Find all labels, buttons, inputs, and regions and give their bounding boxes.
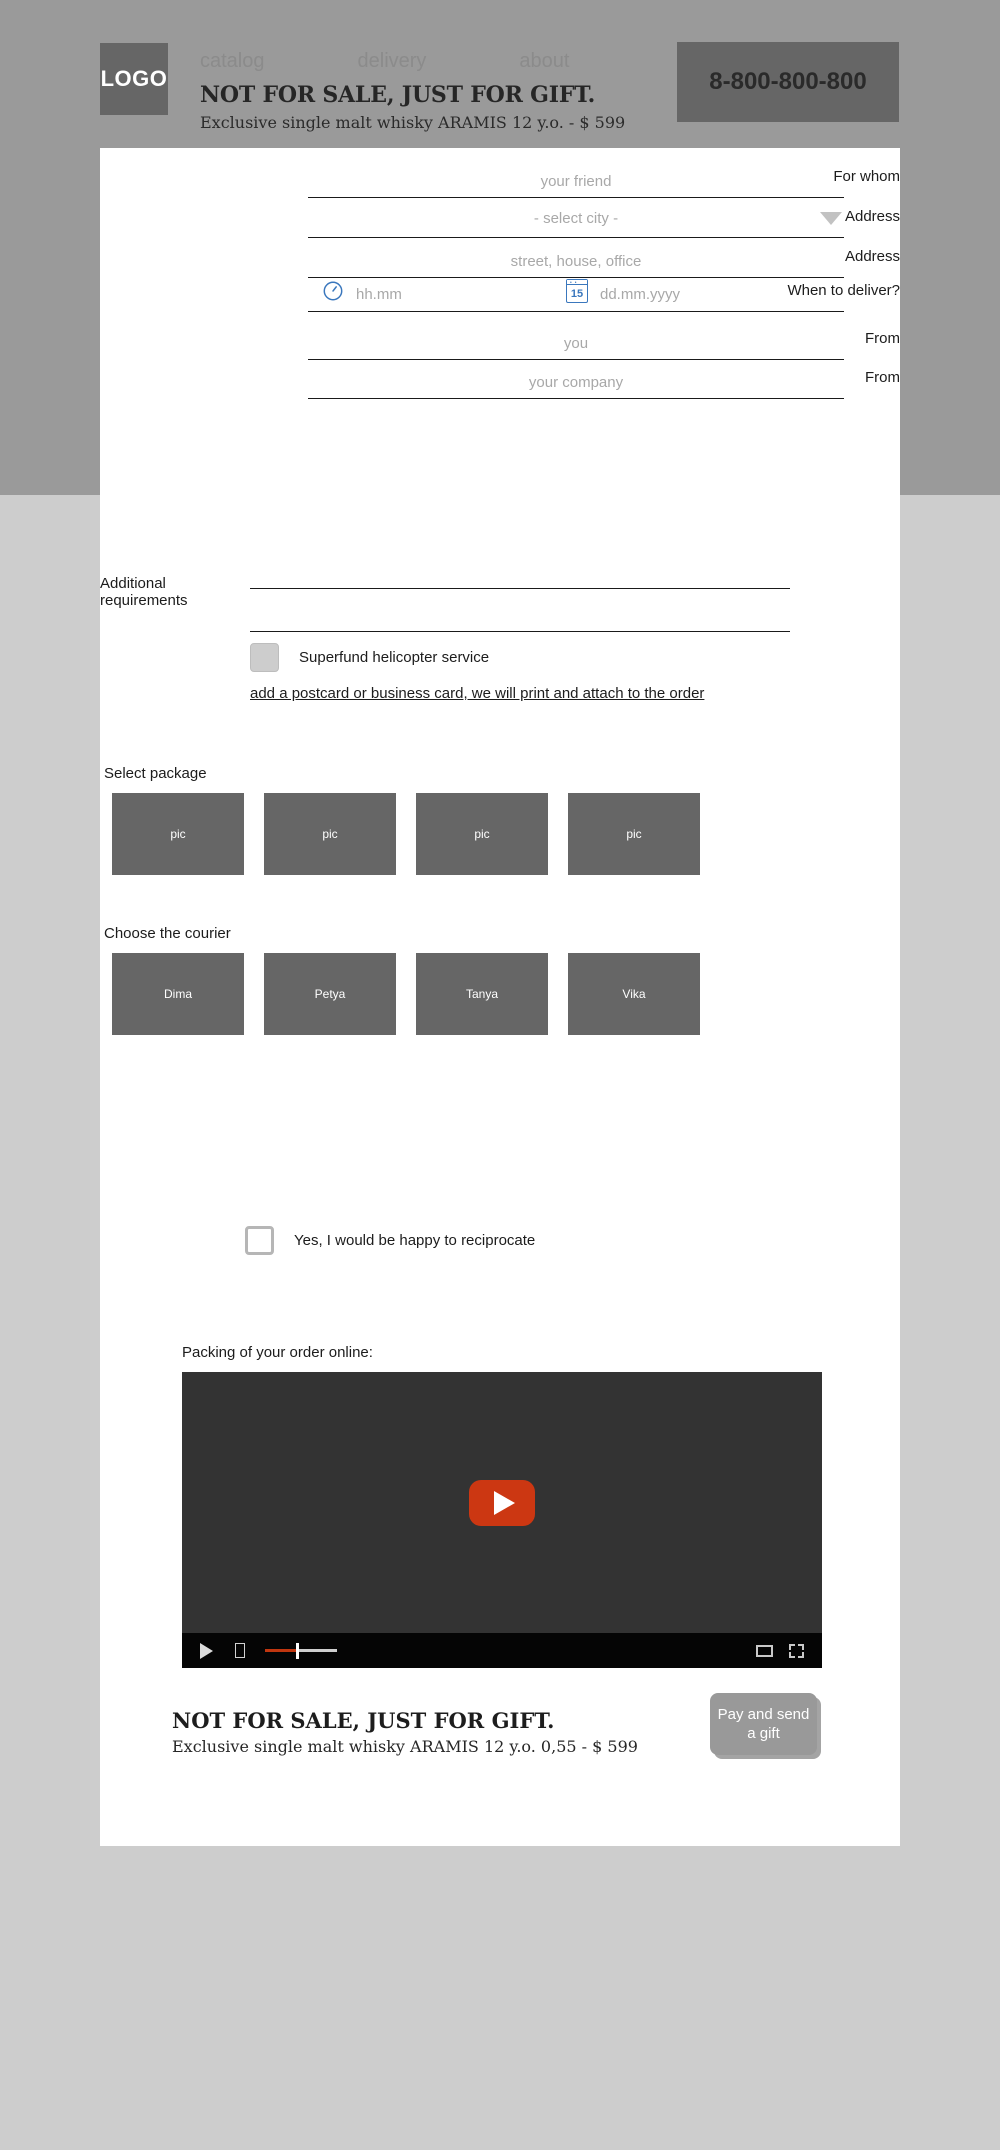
input-additional-requirements-line2[interactable] (250, 631, 790, 632)
footer: LOGO catalog delivery about 8-800-800-80… (0, 1900, 1000, 2150)
courier-tile[interactable]: Dima (112, 953, 244, 1035)
checkbox-reciprocate[interactable] (245, 1226, 274, 1255)
courier-tile-label: Tanya (465, 987, 499, 1001)
pay-button-line1: Pay and send (717, 1706, 810, 1723)
fullscreen-icon[interactable] (789, 1643, 804, 1658)
placeholder-from-you: you (563, 335, 589, 352)
header-phone-box[interactable]: 8-800-800-800 (677, 42, 899, 122)
video-control-bar (182, 1633, 822, 1668)
form-row-city: Address - select city - (100, 198, 900, 238)
checkbox-helicopter[interactable] (250, 643, 279, 672)
package-tile-label: pic (322, 827, 338, 841)
form-row-from-you: From you (100, 320, 900, 360)
package-tile[interactable]: pic (112, 793, 244, 875)
nav-item-catalog[interactable]: catalog (200, 50, 265, 73)
placeholder-from-company: your company (528, 374, 624, 391)
courier-tile[interactable]: Vika (568, 953, 700, 1035)
calendar-icon[interactable]: •• 15 (566, 279, 588, 303)
nav-item-about[interactable]: about (519, 50, 569, 73)
progress-slider[interactable] (265, 1643, 337, 1659)
placeholder-time: hh.mm (356, 286, 402, 303)
order-form-card: For whom your friend Address - select ci… (100, 148, 900, 1846)
progress-fill (265, 1649, 297, 1652)
miniplayer-icon[interactable] (756, 1644, 773, 1657)
package-tile[interactable]: pic (416, 793, 548, 875)
header-phone-number: 8-800-800-800 (709, 68, 867, 95)
cta-headline: NOT FOR SALE, JUST FOR GIFT. (172, 1708, 555, 1733)
chevron-down-icon[interactable] (820, 212, 842, 225)
video-right-controls (756, 1643, 804, 1658)
header-logo[interactable]: LOGO (100, 43, 168, 115)
checkbox-row-reciprocate[interactable]: Yes, I would be happy to reciprocate (245, 1226, 535, 1255)
input-additional-requirements-line1[interactable] (250, 588, 790, 589)
courier-tile[interactable]: Tanya (416, 953, 548, 1035)
form-row-when-to-deliver: When to deliver? hh.mm •• 15 dd.mm.yyyy (100, 272, 900, 312)
nav-item-delivery[interactable]: delivery (358, 50, 427, 73)
package-tile-label: pic (170, 827, 186, 841)
play-button-icon[interactable] (469, 1479, 535, 1526)
courier-tiles: Dima Petya Tanya Vika (112, 953, 700, 1035)
placeholder-for-whom: your friend (540, 173, 612, 190)
postcard-link[interactable]: add a postcard or business card, we will… (250, 685, 704, 702)
pay-button-line2: a gift (747, 1725, 780, 1742)
video-player[interactable] (182, 1372, 822, 1633)
checkbox-row-helicopter[interactable]: Superfund helicopter service (250, 643, 489, 672)
input-from-you[interactable]: you (308, 320, 844, 360)
pay-and-send-button[interactable]: Pay and send a gift (710, 1693, 817, 1755)
deliver-field[interactable]: hh.mm •• 15 dd.mm.yyyy (308, 272, 844, 312)
placeholder-street: street, house, office (510, 253, 642, 270)
package-tile[interactable]: pic (568, 793, 700, 875)
checkbox-label-helicopter: Superfund helicopter service (299, 649, 490, 666)
input-for-whom[interactable]: your friend (308, 158, 844, 198)
section-title-courier: Choose the courier (104, 925, 231, 942)
form-row-from-company: From your company (100, 359, 900, 399)
header-logo-label: LOGO (100, 66, 168, 91)
package-tile[interactable]: pic (264, 793, 396, 875)
checkbox-label-reciprocate: Yes, I would be happy to reciprocate (294, 1232, 536, 1249)
video-caption: Packing of your order online: (182, 1344, 373, 1361)
placeholder-city: - select city - (533, 210, 619, 227)
clock-icon[interactable] (322, 280, 344, 302)
package-tiles: pic pic pic pic (112, 793, 700, 875)
package-tile-label: pic (474, 827, 490, 841)
header-nav: catalog delivery about (200, 50, 569, 73)
stop-icon[interactable] (235, 1643, 245, 1658)
cta-subline: Exclusive single malt whisky ARAMIS 12 y… (172, 1737, 638, 1756)
calendar-dots: •• (570, 280, 580, 286)
section-title-package: Select package (104, 765, 207, 782)
progress-knob[interactable] (296, 1643, 299, 1659)
courier-tile-label: Dima (163, 987, 192, 1001)
header-subline: Exclusive single malt whisky ARAMIS 12 y… (200, 113, 626, 132)
play-icon[interactable] (200, 1642, 213, 1659)
form-row-for-whom: For whom your friend (100, 158, 900, 198)
courier-tile-label: Vika (622, 987, 646, 1001)
pay-button-label: Pay and send a gift (718, 1705, 810, 1743)
page-root: LOGO catalog delivery about NOT FOR SALE… (0, 0, 1000, 2150)
package-tile-label: pic (626, 827, 642, 841)
courier-tile[interactable]: Petya (264, 953, 396, 1035)
courier-tile-label: Petya (314, 987, 346, 1001)
input-from-company[interactable]: your company (308, 359, 844, 399)
select-city[interactable]: - select city - (308, 198, 844, 238)
label-additional-requirements: Additional requirements (100, 575, 188, 609)
placeholder-date: dd.mm.yyyy (600, 286, 681, 303)
header-headline: NOT FOR SALE, JUST FOR GIFT. (200, 82, 596, 108)
play-triangle (494, 1490, 515, 1515)
calendar-day: 15 (570, 288, 584, 300)
